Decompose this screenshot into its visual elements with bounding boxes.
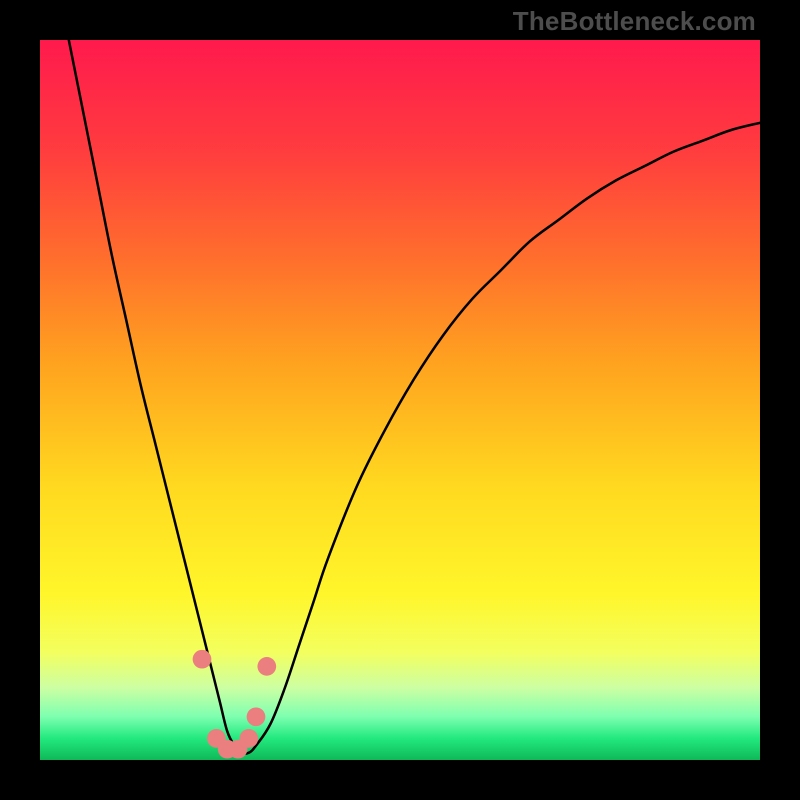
chart-frame: TheBottleneck.com <box>0 0 800 800</box>
highlight-dot <box>239 729 258 748</box>
highlight-dot <box>193 650 212 669</box>
highlight-dots <box>193 650 277 759</box>
highlight-dot <box>247 707 266 726</box>
bottleneck-curve <box>69 40 760 754</box>
watermark-text: TheBottleneck.com <box>513 6 756 37</box>
plot-area <box>40 40 760 760</box>
curve-layer <box>40 40 760 760</box>
highlight-dot <box>257 657 276 676</box>
